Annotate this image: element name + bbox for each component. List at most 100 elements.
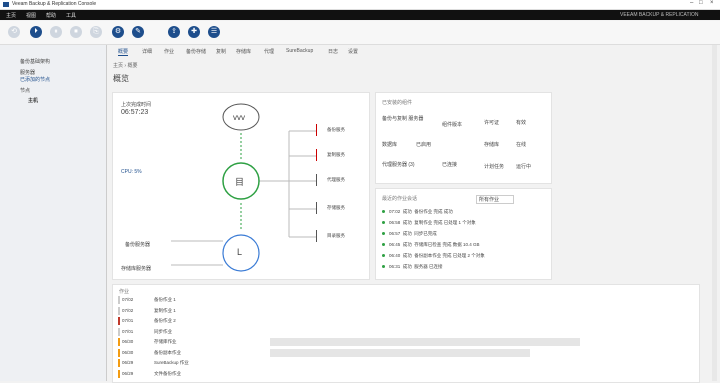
last-backup-time: 06:57:23 (121, 109, 149, 116)
components-card: 已安装的组件 备份与复制 服务器 组件版本 数据库 已启用 代理服务器 (3) … (375, 92, 552, 184)
timeline-row[interactable]: 07/02 复制作业 1 (118, 306, 684, 315)
session-row[interactable]: 07:02 成功 备份作业 完成 成功 (382, 209, 453, 215)
storage-node-label: L (237, 247, 243, 257)
main-scrollbar[interactable] (712, 45, 717, 381)
copy-icon[interactable]: ⎘ (90, 26, 102, 38)
tab-backup-storage[interactable]: 备份存储 (186, 48, 206, 55)
job-date: 07/02 (122, 297, 134, 302)
service-replication[interactable]: 复制服务 (316, 149, 367, 161)
tab-summary[interactable]: 概要 (118, 48, 129, 56)
minimize-button[interactable]: – (690, 0, 693, 6)
sidebar-item-added-nodes[interactable]: 已添加的节点 (20, 76, 50, 83)
app-icon (3, 2, 9, 7)
tab-logs[interactable]: 日志 (328, 48, 338, 55)
component-label-license: 许可证 (484, 120, 500, 126)
component-label-repository: 存储库 (484, 142, 500, 148)
left-item-repository-server[interactable]: 存储库服务器 (121, 265, 151, 272)
component-label-server: 备份与复制 服务器 (382, 116, 424, 122)
job-duration-bar (270, 338, 580, 346)
navigation-sidebar: 备份基础架构 服务器 已添加的节点 节点 主机 (0, 45, 107, 381)
breadcrumb: 主页 › 概要 (113, 63, 138, 69)
job-date: 06/30 (122, 349, 134, 355)
upload-icon[interactable]: ⇪ (168, 26, 180, 38)
menu-icon[interactable]: ☰ (208, 26, 220, 38)
start-icon[interactable]: ⏵ (30, 26, 42, 38)
tab-replication[interactable]: 复制 (216, 48, 226, 55)
sidebar-item-servers[interactable]: 服务器 (20, 69, 35, 76)
component-value-repository: 在线 (516, 142, 527, 148)
timeline-row[interactable]: 07/01 备份作业 2 (118, 317, 684, 325)
component-value-schedule: 运行中 (516, 164, 532, 170)
sessions-filter-dropdown[interactable]: 所有作业 (476, 195, 515, 204)
menu-help[interactable]: 帮助 (46, 12, 56, 19)
menu-bar: 主页 视图 帮助 工具 VEEAM BACKUP & REPLICATION (0, 10, 720, 20)
service-storage[interactable]: 存储服务 (316, 202, 367, 214)
job-name: 文件备份作业 (154, 370, 181, 376)
timeline-row[interactable]: 07/01 同步作业 (118, 327, 684, 336)
tab-repositories[interactable]: 存储库 (236, 48, 251, 55)
toolbar: ⟲ ⏵ ⏸ ⏹ ⎘ ⚙ ✎ ⇪ ✚ ☰ (0, 21, 720, 45)
tab-bar: 概要 详细 作业 备份存储 复制 存储库 代理 SureBackup 日志 设置 (112, 45, 712, 57)
job-name: 存储库作业 (154, 339, 177, 344)
gear-icon[interactable]: ⚙ (112, 26, 124, 38)
menu-right-text: VEEAM BACKUP & REPLICATION (620, 12, 699, 18)
success-icon (382, 221, 385, 224)
tab-jobs[interactable]: 作业 (164, 48, 174, 55)
component-label-database: 数据库 (382, 142, 398, 148)
component-value-license: 有效 (516, 120, 527, 126)
component-label-proxy: 代理服务器 (3) (382, 162, 415, 168)
topology-card: 上次完成时间 06:57:23 vvv 目 L CPU: 5% 备份服务器 存储… (112, 92, 370, 280)
menu-view[interactable]: 视图 (26, 12, 36, 19)
timeline-row[interactable]: 06/29 文件备份作业 (118, 369, 684, 378)
close-button[interactable]: × (710, 0, 714, 6)
pause-icon[interactable]: ⏸ (50, 26, 62, 38)
window-titlebar: Veeam Backup & Replication Console – □ × (0, 0, 720, 10)
sidebar-item-hosts[interactable]: 主机 (28, 97, 38, 104)
menu-home[interactable]: 主页 (6, 12, 16, 19)
success-icon (382, 232, 385, 235)
tab-details[interactable]: 详细 (142, 48, 152, 55)
job-duration-bar (270, 348, 530, 357)
component-value-server: 组件版本 (442, 122, 463, 128)
stop-icon[interactable]: ⏹ (70, 26, 82, 38)
tab-surebackup[interactable]: SureBackup (286, 48, 313, 54)
sessions-title: 最近的作业会话 (382, 196, 418, 202)
component-value-proxy: 已连接 (442, 162, 458, 168)
session-row[interactable]: 06:40 成功 备份副本作业 完成 已处理 2 个对象 (382, 253, 485, 259)
timeline-row[interactable]: 06/30 备份副本作业 (118, 348, 684, 357)
success-icon (382, 210, 385, 213)
tab-proxy[interactable]: 代理 (264, 48, 274, 55)
sidebar-item-infrastructure[interactable]: 备份基础架构 (20, 58, 50, 65)
component-value-database: 已启用 (416, 142, 432, 148)
job-name: 同步作业 (154, 328, 172, 334)
success-icon (382, 243, 385, 246)
service-backup[interactable]: 备份服务 (316, 124, 367, 136)
add-icon[interactable]: ✚ (188, 26, 200, 38)
left-item-backup-server[interactable]: 备份服务器 (125, 241, 150, 248)
session-row[interactable]: 06:45 成功 存储库已检查 完成 数据 10.4 GB (382, 242, 480, 248)
sidebar-item-nodes[interactable]: 节点 (20, 87, 30, 94)
job-date: 06/29 (122, 360, 134, 365)
session-row[interactable]: 06:31 成功 服务器 已连接 (382, 264, 443, 270)
maximize-button[interactable]: □ (699, 0, 703, 6)
refresh-icon[interactable]: ⟲ (8, 26, 20, 38)
timeline-row[interactable]: 07/02 备份作业 1 (118, 296, 684, 304)
edit-icon[interactable]: ✎ (132, 26, 144, 38)
session-row[interactable]: 06:58 成功 复制作业 完成 已处理 1 个对象 (382, 220, 476, 226)
tab-settings[interactable]: 设置 (348, 48, 358, 55)
menu-tools[interactable]: 工具 (66, 12, 76, 19)
component-label-schedule: 计划任务 (484, 164, 505, 170)
service-proxy[interactable]: 代理服务 (316, 174, 367, 186)
timeline-row[interactable]: 06/30 存储库作业 (118, 338, 684, 346)
session-row[interactable]: 06:57 成功 同步已完成 (382, 231, 437, 237)
window-title: Veeam Backup & Replication Console (12, 1, 97, 7)
job-date: 06/30 (122, 339, 134, 344)
last-backup-label: 上次完成时间 (121, 102, 152, 108)
server-node-label: 目 (235, 177, 245, 187)
job-date: 06/29 (122, 370, 134, 376)
job-name: 备份作业 1 (154, 297, 176, 302)
success-icon (382, 254, 385, 257)
job-name: 复制作业 1 (154, 307, 176, 313)
timeline-row[interactable]: 06/29 SureBackup 作业 (118, 359, 684, 367)
service-catalog[interactable]: 目录服务 (316, 230, 367, 242)
